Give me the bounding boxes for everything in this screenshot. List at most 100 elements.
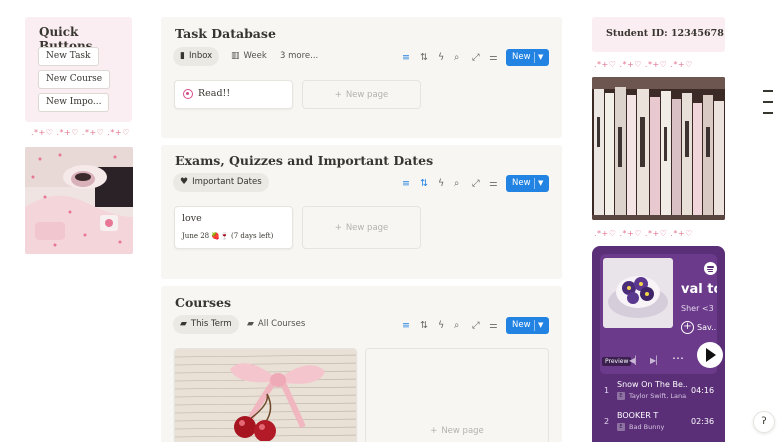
exam-card-title: love <box>182 213 202 224</box>
track-number: 1 <box>604 386 610 395</box>
track-number: 2 <box>604 417 610 426</box>
bow-cherries-cover-image <box>175 349 356 441</box>
track-title: Snow On The Be... <box>617 380 687 389</box>
task-database-title: Task Database <box>175 26 276 41</box>
skip-forward-icon[interactable]: ▶▏ <box>650 356 662 365</box>
spotify-logo-icon[interactable] <box>704 262 717 275</box>
exams-title: Exams, Quizzes and Important Dates <box>175 153 434 168</box>
sort-icon[interactable]: ⇅ <box>420 320 428 332</box>
heart-decoration: .*+♡ .*+♡ .*+♡ .*+♡ <box>594 60 693 69</box>
play-button[interactable] <box>697 342 723 368</box>
tab-label: Important Dates <box>192 177 262 187</box>
automation-icon[interactable]: ϟ <box>438 178 444 190</box>
search-icon[interactable]: ⌕ <box>454 52 459 64</box>
heart-icon: ♥ <box>180 177 189 187</box>
search-icon[interactable]: ⌕ <box>454 320 459 332</box>
automation-icon[interactable]: ϟ <box>438 52 444 64</box>
spotify-player-card: val to Sher <3 + Sav... Preview ◀▏ ▶▏ ⋯ <box>600 254 723 374</box>
tab-label: Week <box>243 51 267 61</box>
tab-more[interactable]: 3 more... <box>273 47 325 66</box>
new-course-db-button[interactable]: New ▼ <box>506 317 549 334</box>
courses-panel: Courses ▰ This Term ▰ All Courses ≡ ⇅ ϟ … <box>161 286 562 442</box>
plus-circle-icon: + <box>681 321 694 334</box>
quick-buttons-callout: Quick Buttons New Task New Course New Im… <box>25 17 132 122</box>
filter-icon[interactable]: ≡ <box>402 52 410 64</box>
track-row[interactable]: 2 BOOKER T E Bad Bunny 02:36 <box>592 407 725 438</box>
new-important-date-button[interactable]: New Impo... <box>38 93 110 112</box>
new-button-label: New <box>512 52 531 62</box>
settings-icon[interactable]: ⚌ <box>489 52 498 64</box>
courses-title: Courses <box>175 295 231 310</box>
playlist-cover-image <box>603 258 673 328</box>
spotify-embed[interactable]: val to Sher <3 + Sav... Preview ◀▏ ▶▏ ⋯ … <box>592 246 725 442</box>
new-page-button[interactable]: + New page <box>302 206 421 249</box>
expand-icon[interactable]: ⤢ <box>472 178 480 190</box>
new-task-button[interactable]: New Task <box>38 47 99 66</box>
new-page-label: New page <box>345 89 389 100</box>
new-page-label: New page <box>345 222 389 233</box>
plus-icon: + <box>334 89 342 100</box>
automation-icon[interactable]: ϟ <box>438 320 444 332</box>
tab-week[interactable]: ▥ Week <box>224 47 274 66</box>
expand-icon[interactable]: ⤢ <box>472 52 480 64</box>
book-icon: ▰ <box>247 319 254 329</box>
tab-label: 3 more... <box>280 51 319 61</box>
skip-back-icon[interactable]: ◀▏ <box>629 356 641 365</box>
heart-decoration: .*+♡ .*+♡ .*+♡ .*+♡ <box>594 229 693 238</box>
new-course-button[interactable]: New Course <box>38 70 111 89</box>
chevron-down-icon[interactable]: ▼ <box>538 49 543 66</box>
calendar-icon: ▥ <box>231 51 240 61</box>
playlist-title: val to <box>681 282 717 297</box>
task-database-panel: Task Database ▮ Inbox ▥ Week 3 more... ≡… <box>161 17 562 138</box>
tab-all-courses[interactable]: ▰ All Courses <box>240 315 312 334</box>
status-circle-icon <box>183 89 193 99</box>
tab-this-term[interactable]: ▰ This Term <box>173 315 239 334</box>
new-page-label: New page <box>441 426 484 436</box>
new-page-button[interactable]: + New page <box>302 80 421 109</box>
exam-card[interactable]: love June 28 🍓🍷 (7 days left) <box>174 206 293 249</box>
tab-inbox[interactable]: ▮ Inbox <box>173 47 220 66</box>
track-row[interactable]: 1 Snow On The Be... E Taylor Swift, Lana… <box>592 376 725 407</box>
bookshelf-photo <box>592 77 725 220</box>
track-duration: 02:36 <box>691 417 715 426</box>
save-to-library-button[interactable]: + Sav... <box>681 321 717 334</box>
task-card[interactable]: Read!! <box>174 80 293 109</box>
search-icon[interactable]: ⌕ <box>454 178 459 190</box>
chevron-down-icon[interactable]: ▼ <box>538 175 543 192</box>
sort-icon[interactable]: ⇅ <box>420 52 428 64</box>
track-duration: 04:16 <box>691 386 715 395</box>
settings-icon[interactable]: ⚌ <box>489 320 498 332</box>
exam-card-date: June 28 🍓🍷 (7 days left) <box>182 232 274 240</box>
tab-important-dates[interactable]: ♥ Important Dates <box>173 173 269 192</box>
student-id-callout: Student ID: 12345678 <box>592 17 725 52</box>
filter-icon[interactable]: ≡ <box>402 320 410 332</box>
scroll-marker[interactable] <box>763 90 773 92</box>
new-button-label: New <box>512 178 531 188</box>
help-button[interactable]: ʔ <box>753 411 775 433</box>
filter-icon[interactable]: ≡ <box>402 178 410 190</box>
chevron-down-icon[interactable]: ▼ <box>538 317 543 334</box>
explicit-icon: E <box>617 392 625 400</box>
scroll-marker[interactable] <box>763 101 773 103</box>
heart-decoration: .*+♡ .*+♡ .*+♡ .*+♡ <box>31 128 130 137</box>
play-icon <box>706 348 716 362</box>
more-options-icon[interactable]: ⋯ <box>672 351 685 365</box>
explicit-icon: E <box>617 423 625 431</box>
new-task-db-button[interactable]: New ▼ <box>506 49 549 66</box>
preview-badge: Preview <box>602 357 632 366</box>
settings-icon[interactable]: ⚌ <box>489 178 498 190</box>
new-page-button[interactable]: + New page <box>365 348 549 442</box>
exams-panel: Exams, Quizzes and Important Dates ♥ Imp… <box>161 145 562 279</box>
help-icon: ʔ <box>761 416 767 427</box>
tab-label: All Courses <box>257 319 306 329</box>
sort-icon[interactable]: ⇅ <box>420 178 428 190</box>
course-card[interactable] <box>174 348 357 442</box>
track-title: BOOKER T <box>617 411 659 420</box>
new-exam-button[interactable]: New ▼ <box>506 175 549 192</box>
student-id-text: Student ID: 12345678 <box>606 28 724 39</box>
save-label: Sav... <box>697 323 717 332</box>
scroll-marker[interactable] <box>763 112 773 114</box>
expand-icon[interactable]: ⤢ <box>472 320 480 332</box>
plus-icon: + <box>430 426 438 436</box>
playlist-owner: Sher <3 <box>681 304 714 313</box>
